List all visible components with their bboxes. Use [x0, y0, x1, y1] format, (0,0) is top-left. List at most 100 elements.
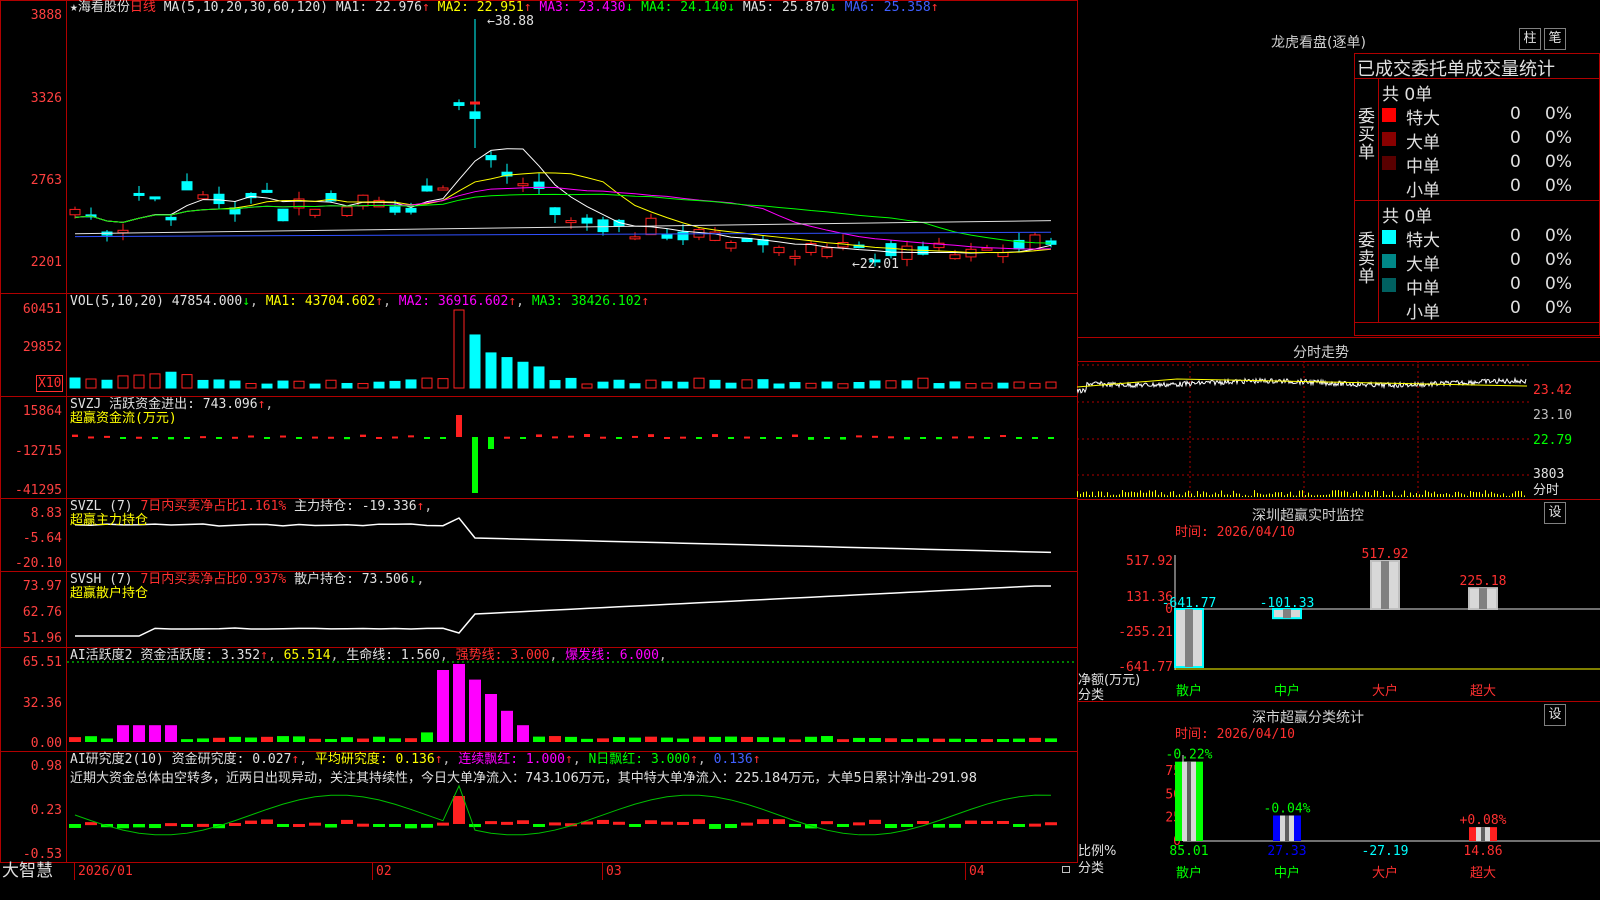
activity-bar [117, 725, 129, 742]
intraday-volume-bar [1386, 494, 1387, 497]
intraday-volume-bar [1401, 494, 1402, 497]
favorite-star-icon[interactable]: ★ [70, 0, 78, 15]
flow-bar [872, 435, 878, 438]
classify-bar-shade [1481, 827, 1485, 841]
volume-bar [405, 379, 417, 389]
volume-bar [565, 377, 577, 389]
flow-bar [584, 434, 590, 437]
flow-bar [248, 435, 254, 438]
intraday-volume-bar [1464, 494, 1465, 497]
intraday-volume-bar [1266, 494, 1267, 497]
ai1-strong: 强势线: 3.000 [455, 648, 550, 663]
research-bar [501, 821, 513, 825]
chart-canvas[interactable] [67, 0, 1077, 862]
monitor-chart: 517.92131.360-255.21-641.77-641.77散户-101… [1118, 547, 1600, 699]
lock-icon[interactable] [1062, 866, 1070, 873]
intraday-volume-bar [1224, 494, 1225, 497]
ai2-avg-arrow: ↑ [434, 752, 443, 767]
volume-bar [389, 380, 401, 389]
ai2-axis-tick: -0.53 [22, 847, 62, 862]
research-bar [293, 823, 305, 827]
flow-bar [792, 434, 798, 437]
candle [117, 229, 129, 234]
ma5-value: MA5: 25.870 [742, 0, 829, 15]
svzl-axis-tick: -20.10 [15, 556, 62, 571]
vol-axis-tick: 60451 [22, 302, 62, 317]
intraday-volume-bar [1497, 493, 1498, 497]
ai2-red: 连续飘红: 1.000 [458, 752, 565, 767]
research-bar [677, 821, 689, 825]
intraday-volume-bar [1365, 491, 1366, 497]
activity-bar [69, 737, 81, 742]
activity-bar [965, 739, 977, 742]
research-bar [245, 820, 257, 824]
flow-bar [72, 434, 78, 437]
activity-bar [101, 738, 113, 742]
activity-bar [149, 725, 161, 742]
intraday-volume-bar [1095, 495, 1096, 497]
volume-bar [165, 371, 177, 389]
intraday-volume-bar [1398, 495, 1399, 497]
volume-bar [277, 380, 289, 389]
intraday-volume-bar [1125, 492, 1126, 497]
candle [197, 194, 209, 200]
order-color-swatch [1382, 278, 1396, 292]
volume-bar [661, 381, 673, 389]
order-percent: 0% [1545, 226, 1572, 246]
intraday-volume-bar [1101, 491, 1102, 497]
candle [597, 219, 609, 233]
tick-mode-button[interactable]: 笔 [1544, 28, 1566, 50]
order-color-swatch [1382, 108, 1396, 122]
intraday-volume-bar [1251, 495, 1252, 497]
order-percent: 0% [1545, 152, 1572, 172]
flow-bar [952, 436, 958, 439]
ai2-axis-tick: 0.98 [30, 759, 62, 774]
intraday-volume-bar [1320, 495, 1321, 497]
ai1-level: 65.514 [283, 648, 331, 663]
volume-bar [485, 352, 497, 389]
activity-bar [821, 736, 833, 742]
volume-bar [341, 382, 353, 389]
intraday-volume-bar [1173, 491, 1174, 497]
activity-bar [309, 738, 321, 742]
candle [981, 247, 993, 251]
period-label[interactable]: 日线 [130, 0, 156, 15]
activity-bar [565, 736, 577, 742]
intraday-volume-bar [1446, 493, 1447, 497]
intraday-volume-bar [1086, 491, 1087, 497]
intraday-volume-bar [1449, 494, 1450, 497]
classify-category-label: 中户 [1274, 865, 1300, 881]
intraday-volume-bar [1509, 495, 1510, 497]
intraday-volume-bar [1410, 492, 1411, 497]
research-bar [773, 819, 785, 824]
classify-settings-button[interactable]: 设 [1544, 704, 1566, 726]
app-logo[interactable]: 大智慧 [2, 863, 53, 880]
intraday-volume-bar [1128, 492, 1129, 497]
intraday-volume-bar [1194, 495, 1195, 497]
research-bar [437, 822, 449, 826]
order-size-label: 大单 [1406, 255, 1440, 275]
svzl-value: 主力持仓: -19.336 [294, 499, 417, 514]
monitor-settings-button[interactable]: 设 [1544, 502, 1566, 524]
bar-mode-button[interactable]: 柱 [1519, 28, 1541, 50]
candle [181, 181, 193, 191]
flow-bar [600, 436, 606, 439]
intraday-volume-bar [1149, 490, 1150, 497]
volume-bar [709, 379, 721, 389]
intraday-volume-bar [1425, 490, 1426, 497]
vol-name: VOL(5,10,20) [70, 294, 164, 309]
ma-line [74, 172, 1052, 254]
intraday-chart[interactable] [1077, 361, 1532, 499]
research-bar [549, 822, 561, 826]
volume-bar [501, 357, 513, 389]
svsh-axis-tick: 51.96 [22, 631, 62, 646]
intraday-volume-bar [1332, 490, 1333, 497]
research-bar [421, 824, 433, 828]
activity-bar [677, 738, 689, 742]
price-axis-tick: 2201 [30, 255, 62, 270]
ma-params: MA(5,10,20,30,60,120) [163, 0, 329, 15]
research-bar [725, 824, 737, 829]
intraday-axis-tick: 23.10 [1533, 408, 1573, 423]
intraday-volume-bar [1164, 494, 1165, 497]
order-size-label: 小单 [1406, 303, 1440, 323]
